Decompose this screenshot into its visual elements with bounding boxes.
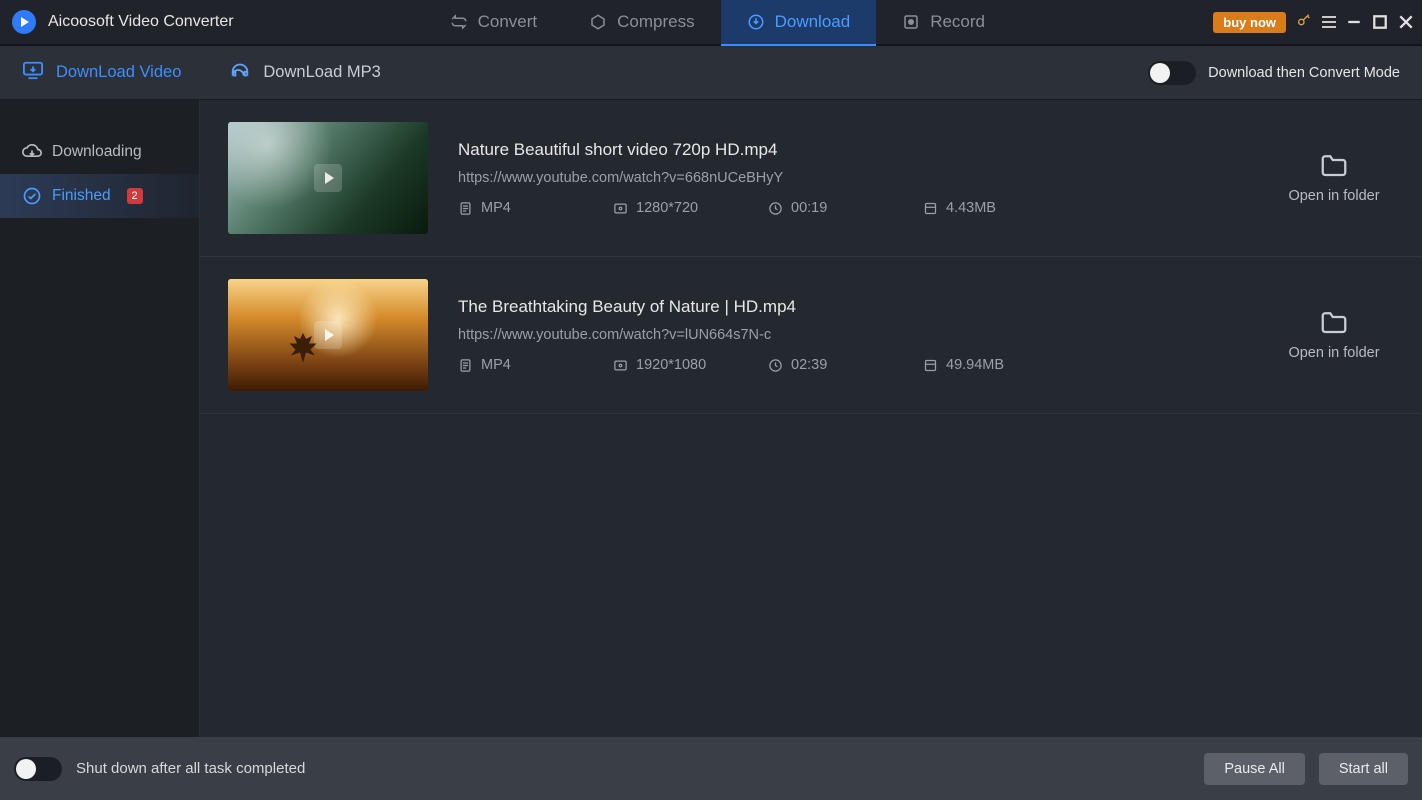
folder-icon	[1319, 152, 1349, 178]
convert-mode-label: Download then Convert Mode	[1208, 65, 1400, 81]
footer: Shut down after all task completed Pause…	[0, 737, 1422, 800]
stat-resolution: 1280*720	[613, 200, 708, 216]
stat-format: MP4	[458, 200, 553, 216]
shutdown-label: Shut down after all task completed	[76, 760, 305, 777]
pause-all-button[interactable]: Pause All	[1204, 753, 1304, 785]
maximize-button[interactable]	[1372, 14, 1388, 30]
video-stats: MP4 1920*1080 02:39 49.94MB	[458, 357, 1244, 373]
video-title: Nature Beautiful short video 720p HD.mp4	[458, 140, 1244, 160]
folder-icon	[1319, 309, 1349, 335]
download-mp3-icon	[229, 59, 251, 86]
stat-size: 4.43MB	[923, 200, 1018, 216]
stat-size: 49.94MB	[923, 357, 1018, 373]
convert-mode-toggle[interactable]	[1148, 61, 1196, 85]
download-icon	[747, 13, 765, 31]
tab-compress[interactable]: Compress	[563, 0, 720, 44]
convert-icon	[450, 13, 468, 31]
download-video-icon	[22, 60, 44, 85]
titlebar-right: buy now	[1213, 12, 1422, 33]
open-in-folder-button[interactable]: Open in folder	[1274, 152, 1394, 204]
video-thumbnail[interactable]	[228, 279, 428, 391]
sidebar-item-finished[interactable]: Finished 2	[0, 174, 199, 218]
app-title: Aicoosoft Video Converter	[48, 13, 234, 31]
clock-icon	[768, 201, 783, 216]
menu-icon[interactable]	[1322, 16, 1336, 28]
record-icon	[902, 13, 920, 31]
download-mp3-label: DownLoad MP3	[263, 63, 380, 82]
tab-record[interactable]: Record	[876, 0, 1011, 44]
size-icon	[923, 358, 938, 373]
sidebar: Downloading Finished 2	[0, 100, 200, 737]
tab-download[interactable]: Download	[721, 0, 877, 44]
video-url: https://www.youtube.com/watch?v=lUN664s7…	[458, 327, 1244, 343]
tab-label: Compress	[617, 12, 694, 32]
tab-label: Convert	[478, 12, 538, 32]
play-overlay-icon	[314, 164, 342, 192]
cloud-download-icon	[22, 142, 42, 162]
stat-format: MP4	[458, 357, 553, 373]
tab-convert[interactable]: Convert	[424, 0, 564, 44]
video-title: The Breathtaking Beauty of Nature | HD.m…	[458, 297, 1244, 317]
convert-mode-toggle-wrap: Download then Convert Mode	[1148, 61, 1400, 85]
app-logo-icon	[12, 10, 36, 34]
tab-label: Download	[775, 12, 851, 32]
tab-label: Record	[930, 12, 985, 32]
key-icon[interactable]	[1296, 12, 1312, 33]
buy-now-button[interactable]: buy now	[1213, 12, 1286, 33]
open-in-folder-button[interactable]: Open in folder	[1274, 309, 1394, 361]
shutdown-toggle[interactable]	[14, 757, 62, 781]
play-overlay-icon	[314, 321, 342, 349]
video-url: https://www.youtube.com/watch?v=668nUCeB…	[458, 170, 1244, 186]
format-icon	[458, 201, 473, 216]
subbar: DownLoad Video DownLoad MP3 Download the…	[0, 46, 1422, 100]
sidebar-finished-label: Finished	[52, 187, 111, 205]
resolution-icon	[613, 201, 628, 216]
download-row: The Breathtaking Beauty of Nature | HD.m…	[200, 257, 1422, 414]
body: Downloading Finished 2 Nature Beautiful …	[0, 100, 1422, 737]
stat-duration: 02:39	[768, 357, 863, 373]
sidebar-downloading-label: Downloading	[52, 143, 142, 161]
compress-icon	[589, 13, 607, 31]
format-icon	[458, 358, 473, 373]
size-icon	[923, 201, 938, 216]
minimize-button[interactable]	[1346, 14, 1362, 30]
resolution-icon	[613, 358, 628, 373]
titlebar: Aicoosoft Video Converter Convert Compre…	[0, 0, 1422, 46]
close-button[interactable]	[1398, 14, 1414, 30]
download-video-label: DownLoad Video	[56, 63, 181, 82]
clock-icon	[768, 358, 783, 373]
start-all-button[interactable]: Start all	[1319, 753, 1408, 785]
video-thumbnail[interactable]	[228, 122, 428, 234]
main-tabs: Convert Compress Download Record	[424, 0, 1011, 44]
video-stats: MP4 1280*720 00:19 4.43MB	[458, 200, 1244, 216]
check-circle-icon	[22, 186, 42, 206]
finished-count-badge: 2	[127, 188, 143, 204]
video-meta: Nature Beautiful short video 720p HD.mp4…	[458, 140, 1244, 216]
content-list: Nature Beautiful short video 720p HD.mp4…	[200, 100, 1422, 737]
download-row: Nature Beautiful short video 720p HD.mp4…	[200, 100, 1422, 257]
download-video-button[interactable]: DownLoad Video	[22, 60, 181, 85]
video-meta: The Breathtaking Beauty of Nature | HD.m…	[458, 297, 1244, 373]
sidebar-item-downloading[interactable]: Downloading	[0, 130, 199, 174]
download-mp3-button[interactable]: DownLoad MP3	[229, 59, 380, 86]
stat-duration: 00:19	[768, 200, 863, 216]
stat-resolution: 1920*1080	[613, 357, 708, 373]
